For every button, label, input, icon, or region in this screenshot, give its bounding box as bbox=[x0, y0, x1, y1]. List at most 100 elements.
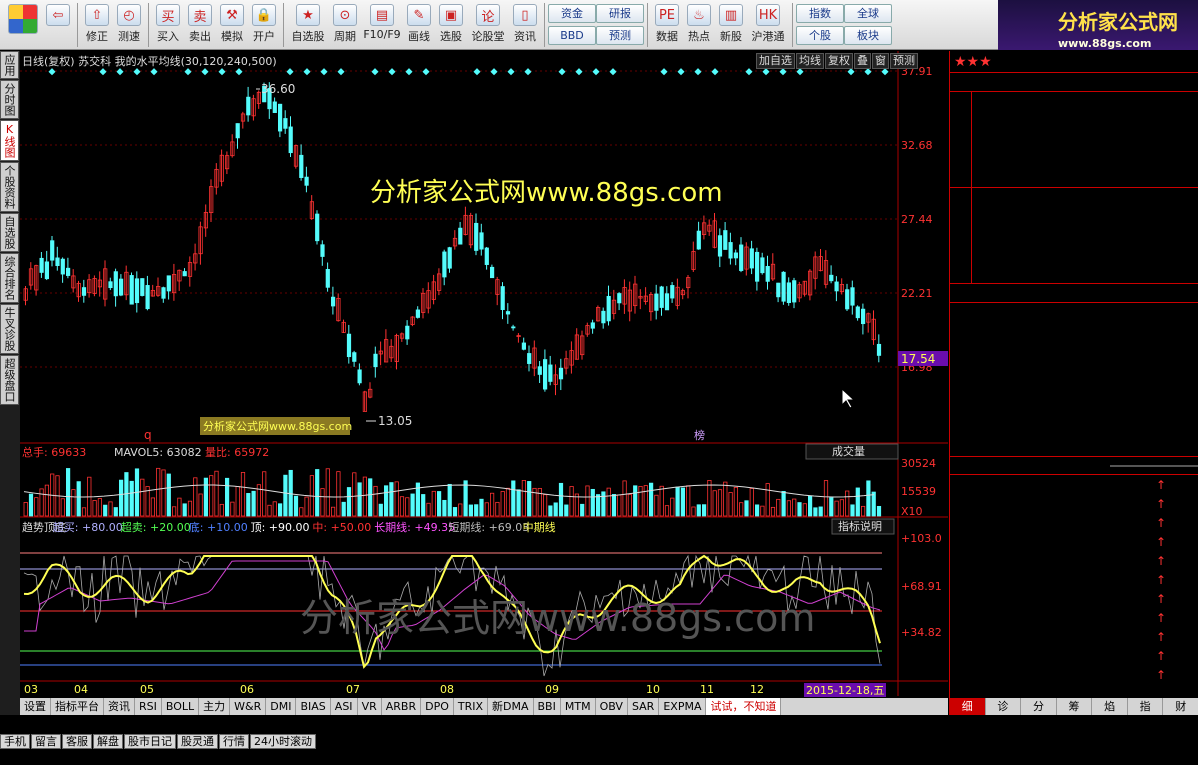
indicator-tab[interactable]: SAR bbox=[628, 698, 660, 715]
kline-svg[interactable]: 37.9132.6827.4422.2116.9836.6013.0517.54… bbox=[20, 51, 948, 698]
up-arrow-icon: ↑ bbox=[1156, 667, 1167, 682]
toolbar-small-button[interactable]: 指数 bbox=[796, 4, 844, 23]
signal-diamond bbox=[337, 68, 345, 76]
indicator-tab[interactable]: BBI bbox=[534, 698, 561, 715]
quote-tab[interactable]: 分 bbox=[1021, 698, 1057, 715]
status-menu-button[interactable]: 24小时滚动 bbox=[250, 733, 316, 749]
volume-bar bbox=[209, 475, 214, 517]
indicator-tab[interactable]: BIAS bbox=[296, 698, 331, 715]
toolbar-open-button[interactable]: 🔒 开户 bbox=[248, 0, 280, 50]
chart-button[interactable]: 叠 bbox=[854, 53, 871, 69]
chart-button[interactable]: 加自选 bbox=[756, 53, 795, 69]
side-tab[interactable]: K线图 bbox=[0, 120, 19, 161]
status-menu-button[interactable]: 行情 bbox=[219, 733, 249, 749]
indicator-tab[interactable]: W&R bbox=[230, 698, 267, 715]
toolbar-data-button[interactable]: PE 数据 bbox=[651, 0, 683, 50]
toolbar-pick-button[interactable]: ▣ 选股 bbox=[435, 0, 467, 50]
quote-tab[interactable]: 指 bbox=[1128, 698, 1164, 715]
volume-bar bbox=[845, 490, 850, 517]
industry-compare-button[interactable] bbox=[1110, 464, 1198, 467]
status-menu-button[interactable]: 留言 bbox=[31, 733, 61, 749]
toolbar-buy-button[interactable]: 买买入 bbox=[152, 0, 184, 50]
toolbar-hot-button[interactable]: ♨ 热点 bbox=[683, 0, 715, 50]
toolbar-small-button[interactable]: 个股 bbox=[796, 26, 844, 45]
quote-tab[interactable]: 细 bbox=[950, 698, 986, 715]
indicator-tab[interactable]: MTM bbox=[561, 698, 596, 715]
quote-tab[interactable]: 财 bbox=[1163, 698, 1198, 715]
indicator-tab[interactable]: VR bbox=[358, 698, 382, 715]
quote-tab[interactable]: 诊 bbox=[986, 698, 1022, 715]
up-arrow-icon: ↑ bbox=[1156, 629, 1167, 644]
indicator-tab[interactable]: DPO bbox=[421, 698, 454, 715]
toolbar-small-button[interactable]: 板块 bbox=[844, 26, 892, 45]
quote-tab[interactable]: 筹 bbox=[1057, 698, 1093, 715]
indicator-tab[interactable]: RSI bbox=[135, 698, 162, 715]
toolbar-period-button[interactable]: ⊙ 周期 bbox=[329, 0, 361, 50]
toolbar-small-button[interactable]: 预测 bbox=[596, 26, 644, 45]
volume-bar bbox=[680, 487, 686, 517]
toolbar-sim-button[interactable]: ⚒ 模拟 bbox=[216, 0, 248, 50]
indicator-tab[interactable]: TRIX bbox=[454, 698, 489, 715]
status-menu-button[interactable]: 股市日记 bbox=[124, 733, 176, 749]
toolbar-hk-button[interactable]: HK 沪港通 bbox=[747, 0, 789, 50]
toolbar-newstk-button[interactable]: ▥ 新股 bbox=[715, 0, 747, 50]
toolbar-test-button[interactable]: ◴ 测速 bbox=[113, 0, 145, 50]
status-menu-button[interactable]: 股灵通 bbox=[177, 733, 218, 749]
side-tab[interactable]: 分时图 bbox=[0, 80, 19, 119]
toolbar-f10-button[interactable]: ▤ F10/F9 bbox=[361, 0, 403, 50]
toolbar-info-button[interactable]: ▯ 资讯 bbox=[509, 0, 541, 50]
quote-tab[interactable]: 焰 bbox=[1092, 698, 1128, 715]
candle-body bbox=[696, 230, 701, 250]
toolbar-small-button[interactable]: 资金 bbox=[548, 4, 596, 23]
signal-diamond bbox=[881, 68, 889, 76]
home-icon[interactable] bbox=[4, 0, 42, 50]
toolbar-small-button[interactable]: 研报 bbox=[596, 4, 644, 23]
side-tab[interactable]: 牛叉诊股 bbox=[0, 304, 19, 354]
volume-bar bbox=[521, 480, 527, 517]
candle-body bbox=[405, 325, 410, 340]
toolbar-small-button[interactable]: 全球 bbox=[844, 4, 892, 23]
indicator-tab[interactable]: 新DMA bbox=[488, 698, 534, 715]
chart-button[interactable]: 复权 bbox=[825, 53, 853, 69]
status-menu-button[interactable]: 客服 bbox=[62, 733, 92, 749]
toolbar-forum-button[interactable]: 论论股堂 bbox=[467, 0, 509, 50]
month-label: 09 bbox=[545, 683, 559, 696]
toolbar-fix-button[interactable]: ⇧ 修正 bbox=[81, 0, 113, 50]
volume-bar bbox=[203, 477, 208, 517]
indicator-tab[interactable]: 设置 bbox=[20, 698, 51, 715]
volume-bar bbox=[500, 491, 505, 517]
toolbar-selfsel-button[interactable]: ★ 自选股 bbox=[287, 0, 329, 50]
volume-bar bbox=[336, 471, 341, 517]
side-tab[interactable]: 个股资料 bbox=[0, 162, 19, 212]
toolbar-small-button[interactable]: BBD bbox=[548, 26, 596, 45]
toolbar-sell-button[interactable]: 卖卖出 bbox=[184, 0, 216, 50]
indicator-tab[interactable]: ASI bbox=[331, 698, 358, 715]
kline-chart-area[interactable]: 37.91 32.68 27.44 22.21 16.98 36.60 13.05 17.54… bbox=[20, 51, 948, 698]
side-tab[interactable]: 应用 bbox=[0, 51, 19, 79]
toolbar-back-button[interactable]: ⇦ bbox=[42, 0, 74, 50]
side-tab[interactable]: 超级盘口 bbox=[0, 355, 19, 405]
signal-diamond bbox=[405, 68, 413, 76]
indicator-tab[interactable]: OBV bbox=[596, 698, 628, 715]
indicator-tab[interactable]: BOLL bbox=[162, 698, 200, 715]
book-side-label bbox=[950, 92, 972, 187]
chart-button[interactable]: 均线 bbox=[796, 53, 824, 69]
status-menu-button[interactable]: 解盘 bbox=[93, 733, 123, 749]
status-menu-button[interactable]: 手机 bbox=[0, 733, 30, 749]
indicator-tab[interactable]: 指标平台 bbox=[51, 698, 104, 715]
chart-button[interactable]: 窗 bbox=[872, 53, 889, 69]
indicator-tab[interactable]: DMI bbox=[266, 698, 297, 715]
candle-body bbox=[749, 248, 754, 269]
side-tab[interactable]: 自选股 bbox=[0, 213, 19, 252]
indicator-tab[interactable]: 试试，不知道 bbox=[706, 698, 782, 715]
side-tab[interactable]: 综合排名 bbox=[0, 253, 19, 303]
indicator-tab[interactable]: 资讯 bbox=[104, 698, 135, 715]
indicator-tab[interactable]: ARBR bbox=[382, 698, 422, 715]
indicator-tab[interactable]: EXPMA bbox=[659, 698, 707, 715]
chart-button[interactable]: 预测 bbox=[890, 53, 918, 69]
volume-bar bbox=[262, 471, 267, 517]
volume-bar bbox=[447, 483, 452, 517]
toolbar-draw-button[interactable]: ✎ 画线 bbox=[403, 0, 435, 50]
volume-bar bbox=[357, 482, 362, 517]
indicator-tab[interactable]: 主力 bbox=[199, 698, 231, 715]
